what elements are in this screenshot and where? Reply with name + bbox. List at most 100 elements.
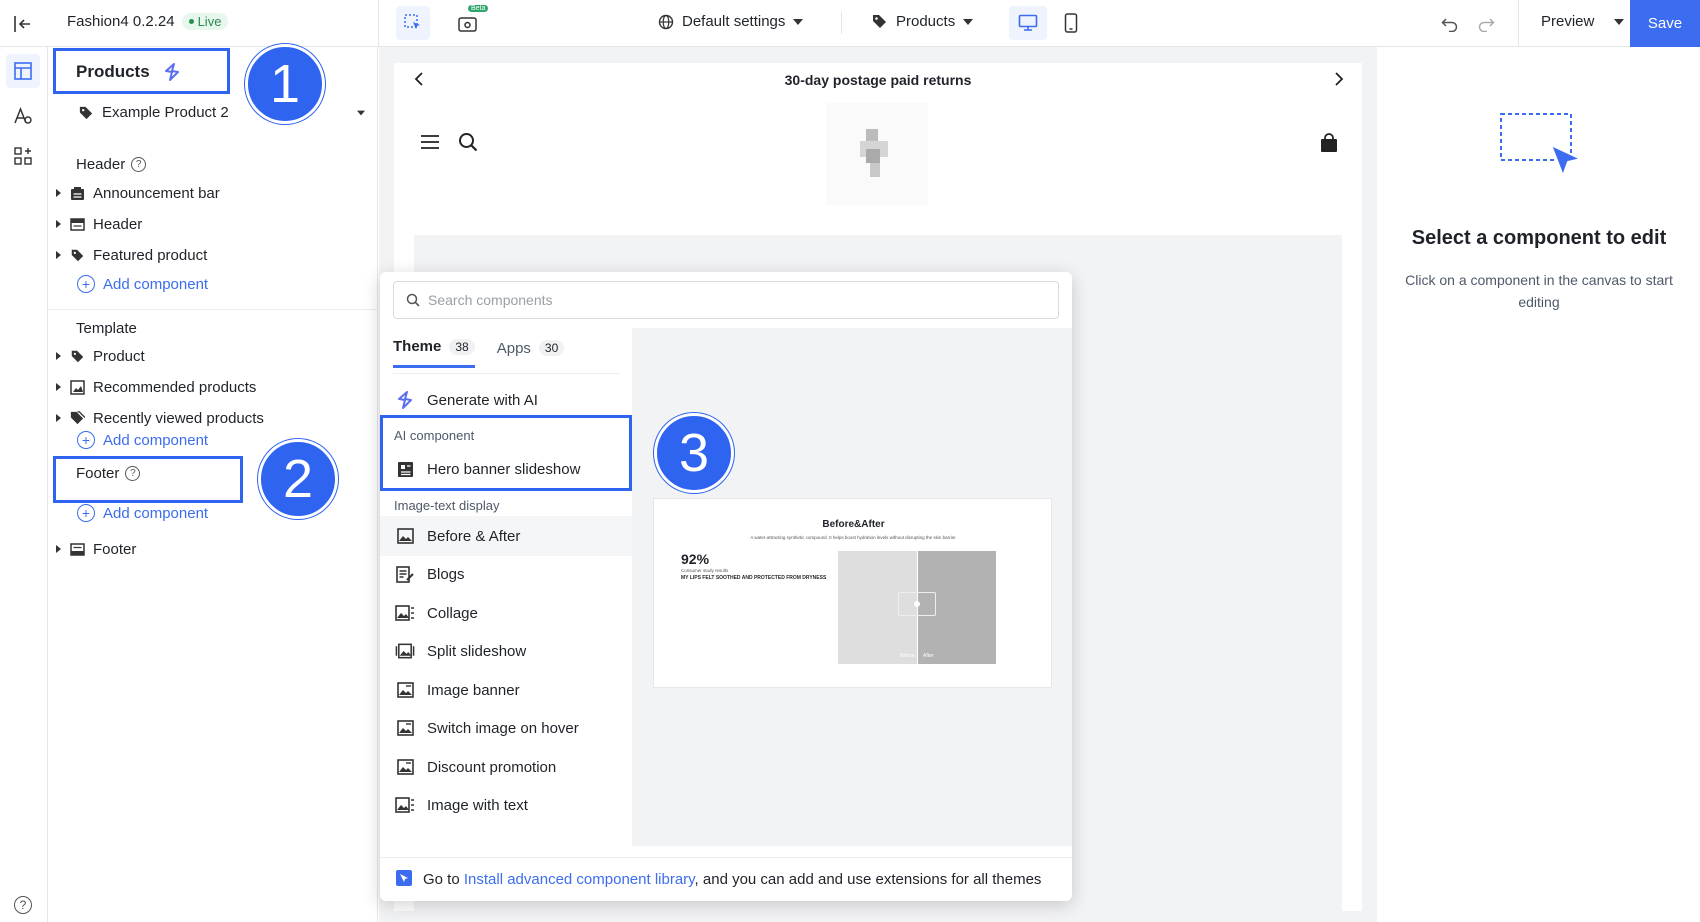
list-item-image-with-text[interactable]: Image with text [380,785,632,825]
exit-icon[interactable] [10,12,34,36]
callout-box-1 [53,48,230,94]
tree-item-label: Recently viewed products [93,409,264,427]
rail-layers-button[interactable] [6,54,40,88]
chevron-right-icon[interactable] [56,220,61,228]
select-component-illustration-icon [1499,112,1585,188]
promotion-icon [395,757,415,777]
hamburger-menu-icon[interactable] [420,134,440,154]
tree-item-product[interactable]: Product [56,344,145,368]
save-button[interactable]: Save [1630,0,1700,47]
undo-button[interactable] [1438,12,1462,36]
collage-icon [395,603,415,623]
list-item-label: Before & After [427,527,521,545]
mobile-view-button[interactable] [1058,8,1084,38]
tab-theme[interactable]: Theme 38 [393,338,475,368]
chevron-left-icon[interactable] [414,72,424,89]
default-settings-dropdown[interactable]: Default settings [658,13,804,30]
rail-styles-button[interactable] [9,102,37,130]
chevron-right-icon[interactable] [56,352,61,360]
add-component-footer-button[interactable]: + Add component [77,504,208,522]
chevron-down-icon [1614,18,1625,25]
list-item-discount-promotion[interactable]: Discount promotion [380,747,632,787]
list-item-split-slideshow[interactable]: Split slideshow [380,631,632,671]
properties-panel: Select a component to edit Click on a co… [1378,47,1700,922]
image-banner-icon [395,680,415,700]
desktop-view-button[interactable] [1009,6,1047,40]
list-item-collage[interactable]: Collage [380,593,632,633]
redo-button[interactable] [1474,12,1498,36]
chevron-right-icon[interactable] [56,189,61,197]
section-header-label: Header [76,156,126,173]
store-logo[interactable] [826,103,928,205]
blog-icon [395,564,415,584]
section-divider [48,309,378,310]
tree-item-label: Footer [93,540,137,558]
announcement-icon [69,185,85,201]
beta-badge: Beta [468,5,489,12]
product-selector[interactable]: Example Product 2 [78,104,368,121]
logo-pixel [866,129,878,141]
list-item-switch-image-on-hover[interactable]: Switch image on hover [380,708,632,748]
list-item-image-banner[interactable]: Image banner [380,670,632,710]
select-tool-button[interactable] [396,6,430,40]
list-item-blogs[interactable]: Blogs [380,554,632,594]
callout-box-3 [380,415,632,491]
chevron-down-icon [357,110,365,115]
search-icon[interactable] [458,132,478,156]
announcement-bar[interactable]: 30-day postage paid returns [394,63,1362,97]
list-item-before-after[interactable]: Before & After [380,516,632,556]
list-item-label: Collage [427,604,478,622]
tree-item-featured-product[interactable]: Featured product [56,243,207,267]
footer-block-icon [69,541,85,557]
tab-apps[interactable]: Apps 30 [497,338,565,368]
list-item-label: Image with text [427,796,528,814]
default-settings-label: Default settings [682,13,786,30]
empty-state-title: Select a component to edit [1411,227,1667,249]
install-library-text: Go to Install advanced component library… [423,871,1041,888]
live-badge: Live [181,13,229,30]
list-item-generate-ai[interactable]: Generate with AI [380,380,632,420]
chevron-right-icon[interactable] [56,545,61,553]
image-icon [395,526,415,546]
chevron-right-icon[interactable] [1334,72,1344,89]
tree-item-announcement-bar[interactable]: Announcement bar [56,181,220,205]
thumb-stat: 92% [681,551,710,567]
add-component-template-button[interactable]: + Add component [77,431,208,449]
chevron-right-icon[interactable] [56,251,61,259]
page-type-label: Products [896,13,956,30]
toolbar-divider [841,12,842,34]
thumb-stat-caption: Consumer study results [681,568,729,573]
tree-item-recently-viewed[interactable]: Recently viewed products [56,406,264,430]
help-button[interactable]: ? [11,893,35,917]
callout-number-2: 2 [258,439,338,519]
tag-icon [873,15,886,28]
preview-mode-button[interactable]: Beta [452,5,489,38]
undo-icon [1441,18,1458,32]
tree-item-header[interactable]: Header [56,212,142,236]
tree-item-recommended-products[interactable]: Recommended products [56,375,256,399]
search-components-placeholder: Search components [428,292,553,308]
add-component-header-button[interactable]: + Add component [77,275,208,293]
tab-count-badge: 38 [449,338,475,355]
section-header: Header ? [76,156,147,173]
tags-icon [69,410,85,426]
help-icon[interactable]: ? [131,157,147,172]
page-type-dropdown[interactable]: Products [871,13,974,30]
tree-item-label: Recommended products [93,378,257,396]
rail-apps-button[interactable] [9,142,37,170]
chevron-right-icon[interactable] [56,383,61,391]
list-item-label: Split slideshow [427,642,527,660]
tree-item-footer[interactable]: Footer [56,537,136,561]
preview-dropdown[interactable]: Preview [1541,13,1625,30]
desktop-icon [1018,14,1038,31]
preview-label: Preview [1541,13,1595,30]
search-components-field[interactable]: Search components [393,281,1059,319]
chevron-right-icon[interactable] [56,414,61,422]
top-bar: Fashion4 0.2.24 Live Beta Default settin… [0,0,1700,47]
list-item-label: Image banner [427,681,520,699]
install-library-link[interactable]: Install advanced component library [464,871,695,888]
thumb-title: Before&After [822,519,885,530]
tree-item-label: Product [93,347,145,365]
select-cursor-icon [404,14,420,29]
cart-bag-icon[interactable] [1320,133,1338,157]
